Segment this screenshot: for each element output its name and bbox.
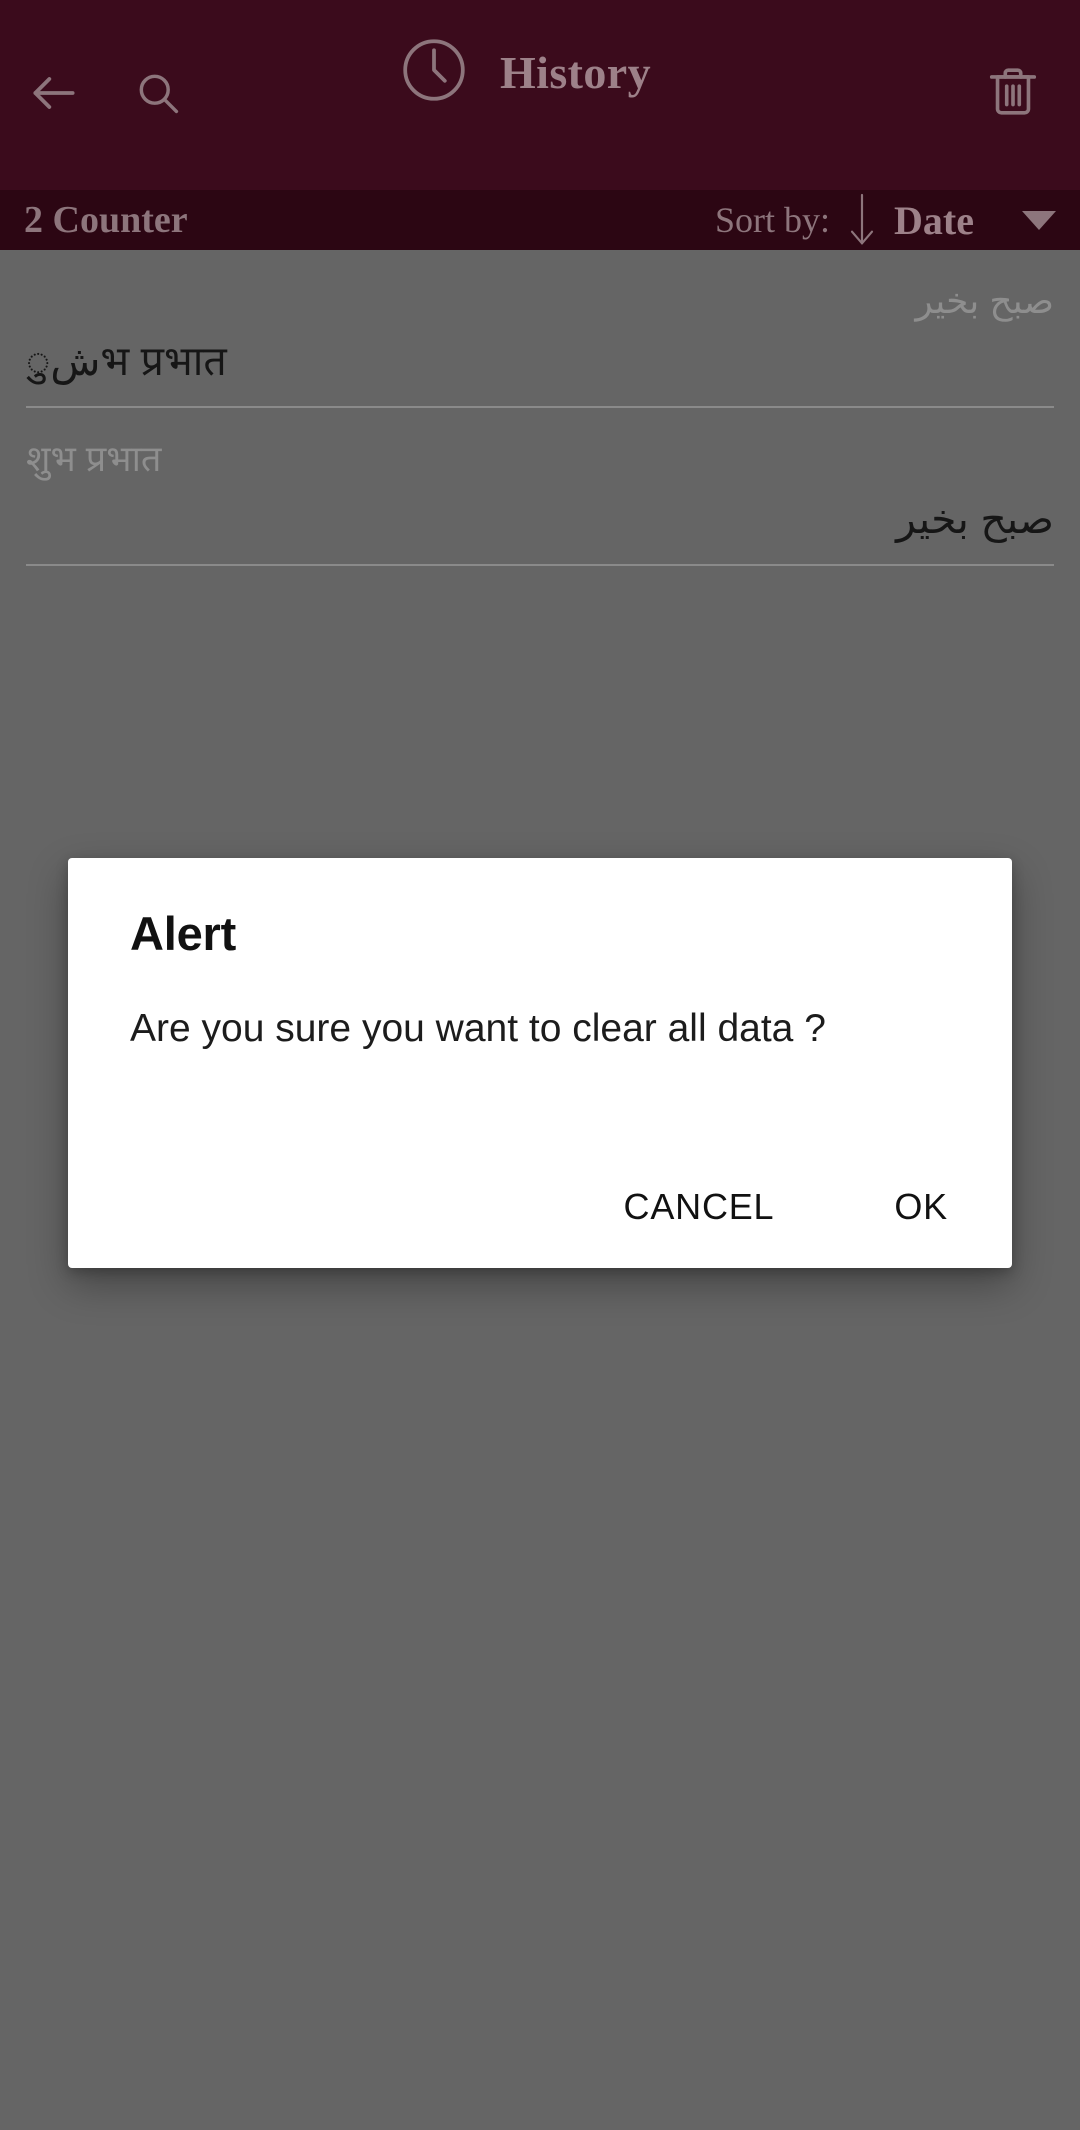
dialog-message: Are you sure you want to clear all data … xyxy=(130,1007,826,1050)
dialog-title: Alert xyxy=(130,907,237,960)
alert-dialog: Alert Are you sure you want to clear all… xyxy=(68,858,1012,1268)
cancel-button[interactable]: CANCEL xyxy=(600,1170,799,1244)
ok-button[interactable]: OK xyxy=(870,1170,972,1244)
dialog-actions: CANCEL OK xyxy=(600,1170,972,1244)
